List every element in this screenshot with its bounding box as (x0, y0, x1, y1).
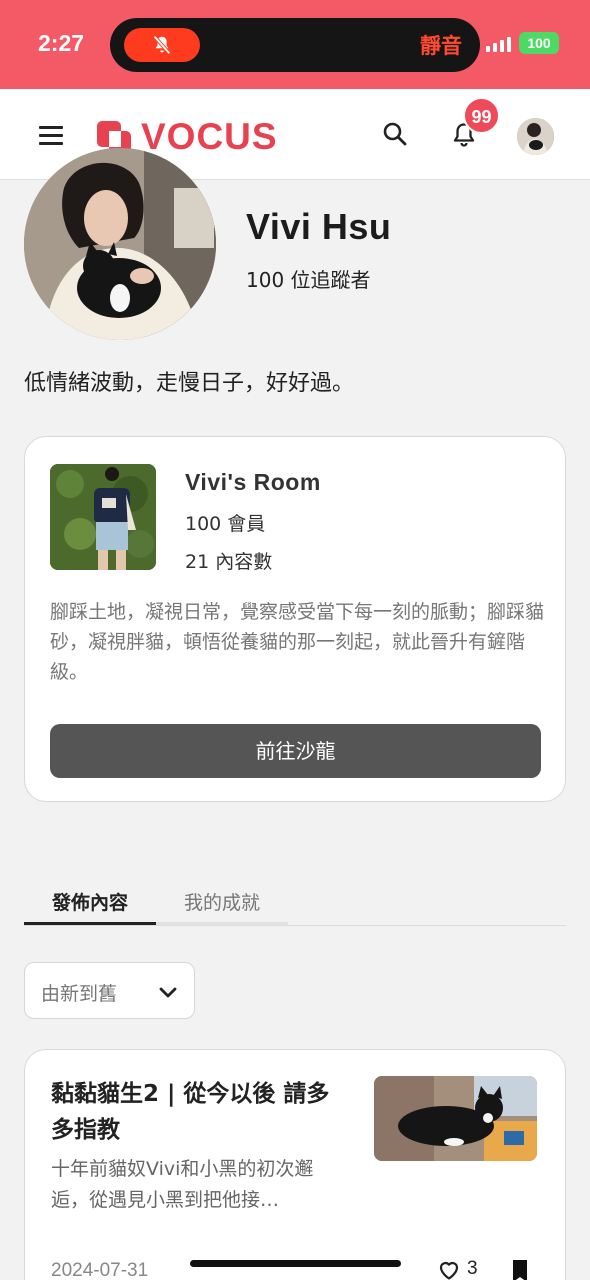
signal-icon (486, 36, 511, 52)
battery-icon: 100 (519, 32, 559, 54)
menu-icon[interactable] (39, 126, 63, 145)
profile-avatar (24, 148, 216, 340)
search-icon[interactable] (382, 121, 408, 147)
article-card[interactable]: 黏黏貓生2 | 從今以後 請多多指教 十年前貓奴Vivi和小黑的初次邂逅，從遇見… (24, 1049, 566, 1280)
user-avatar[interactable] (517, 118, 554, 155)
status-time: 2:27 (38, 30, 85, 56)
content-tabs: 發佈內容 我的成就 (24, 884, 566, 926)
salon-post-count: 21 內容數 (185, 551, 273, 573)
article-date: 2024-07-31 (51, 1260, 149, 1280)
tab-achievements[interactable]: 我的成就 (156, 888, 288, 925)
chevron-down-icon (159, 987, 177, 998)
salon-card[interactable]: Vivi's Room 100 會員 21 內容數 腳踩土地，凝視日常，覺察感受… (24, 436, 566, 802)
profile-name: Vivi Hsu (246, 206, 392, 247)
like-count: 3 (467, 1258, 478, 1279)
article-excerpt: 十年前貓奴Vivi和小黑的初次邂逅，從遇見小黑到把他接… (51, 1158, 314, 1211)
heart-icon[interactable] (437, 1258, 461, 1280)
article-title[interactable]: 黏黏貓生2 | 從今以後 請多多指教 (51, 1076, 341, 1148)
go-to-salon-button[interactable]: 前往沙龍 (50, 724, 541, 778)
article-thumbnail[interactable] (374, 1076, 537, 1161)
salon-name[interactable]: Vivi's Room (185, 469, 321, 496)
follower-count[interactable]: 100 位追蹤者 (246, 264, 371, 293)
tab-published[interactable]: 發佈內容 (24, 888, 156, 925)
sort-selected-value: 由新到舊 (41, 983, 118, 1005)
bookmark-icon[interactable] (511, 1259, 529, 1280)
logo-text: VOCUS (141, 116, 278, 157)
status-bar: 2:27 靜音 100 (0, 0, 590, 89)
silent-label: 靜音 (420, 34, 462, 58)
sort-dropdown[interactable]: 由新到舊 (24, 962, 195, 1019)
salon-member-count: 100 會員 (185, 513, 266, 535)
salon-thumbnail (50, 464, 156, 570)
salon-description: 腳踩土地，凝視日常，覺察感受當下每一刻的脈動；腳踩貓砂，凝視胖貓，頓悟從養貓的那… (50, 601, 545, 683)
home-indicator[interactable] (190, 1260, 401, 1267)
bell-slash-icon (153, 35, 171, 55)
dynamic-island: 靜音 (110, 18, 480, 72)
silent-indicator (124, 28, 200, 62)
notification-badge[interactable]: 99 (463, 97, 500, 134)
profile-bio: 低情緒波動，走慢日子，好好過。 (24, 371, 355, 396)
